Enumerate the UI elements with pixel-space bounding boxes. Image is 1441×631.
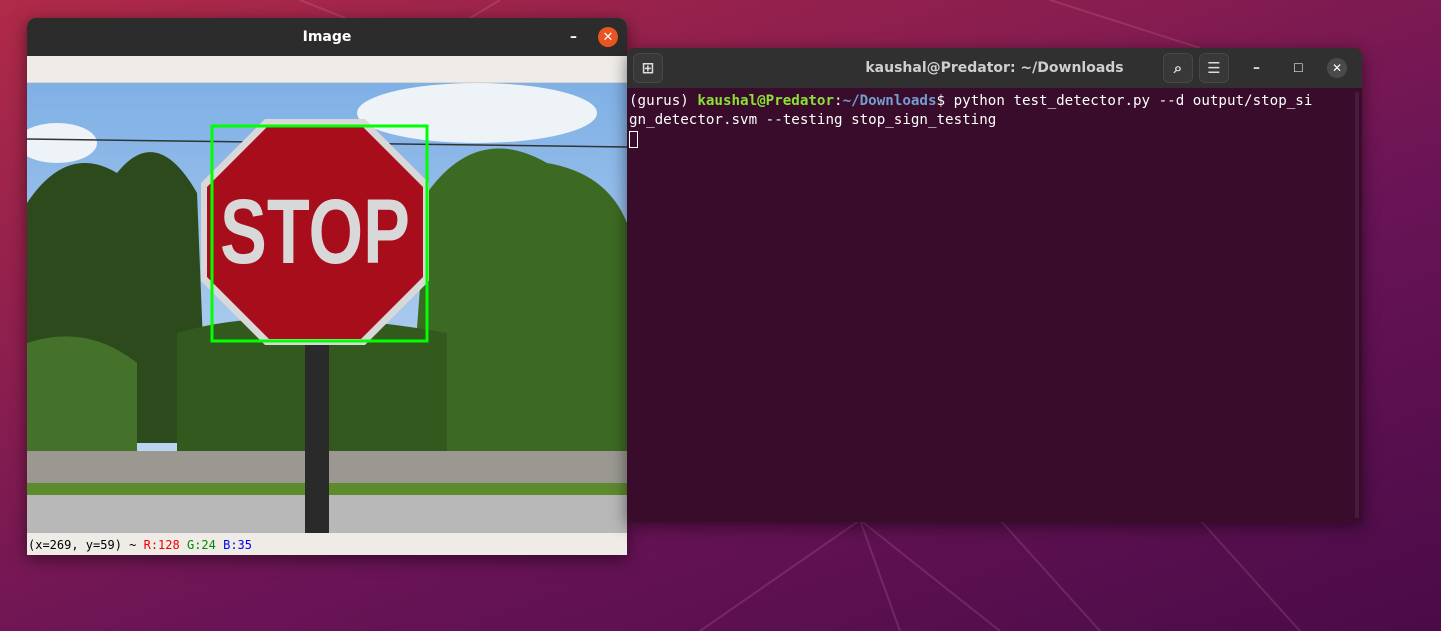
terminal-cursor xyxy=(629,130,638,148)
stop-sign-photo: STOP xyxy=(27,83,627,533)
terminal-title: kaushal@Predator: ~/Downloads xyxy=(865,60,1124,76)
new-tab-icon[interactable]: ⊞ xyxy=(633,53,663,83)
terminal-titlebar[interactable]: ⊞ kaushal@Predator: ~/Downloads ⌕ ☰ – ☐ … xyxy=(627,48,1362,88)
window-title: Image xyxy=(302,29,352,45)
green-value: G:24 xyxy=(186,538,216,552)
close-icon[interactable]: ✕ xyxy=(1327,58,1347,78)
image-window: Image – ✕ STOP (x=269, y=59) ~ R:128 G:2… xyxy=(27,18,627,555)
minimize-icon[interactable]: – xyxy=(570,18,577,56)
scrollbar[interactable] xyxy=(1355,92,1359,518)
image-window-titlebar[interactable]: Image – ✕ xyxy=(27,18,627,56)
stop-sign-text: STOP xyxy=(220,181,410,283)
blue-value: B:35 xyxy=(223,538,253,552)
command-text: python test_detector.py --d output/stop_… xyxy=(953,93,1313,109)
command-text-wrap: gn_detector.svm --testing stop_sign_test… xyxy=(629,112,997,128)
pixel-status-bar: (x=269, y=59) ~ R:128 G:24 B:35 xyxy=(27,533,627,555)
image-toolbar xyxy=(27,56,627,83)
terminal-window: ⊞ kaushal@Predator: ~/Downloads ⌕ ☰ – ☐ … xyxy=(627,48,1362,522)
search-icon[interactable]: ⌕ xyxy=(1163,53,1193,83)
minimize-icon[interactable]: – xyxy=(1253,60,1260,76)
maximize-icon[interactable]: ☐ xyxy=(1293,61,1304,75)
close-icon[interactable]: ✕ xyxy=(598,27,618,47)
menu-icon[interactable]: ☰ xyxy=(1199,53,1229,83)
cursor-coords: (x=269, y=59) ~ xyxy=(28,538,137,552)
image-canvas[interactable]: STOP xyxy=(27,83,627,533)
red-value: R:128 xyxy=(143,538,180,552)
terminal-output[interactable]: (gurus) kaushal@Predator:~/Downloads$ py… xyxy=(627,88,1362,153)
